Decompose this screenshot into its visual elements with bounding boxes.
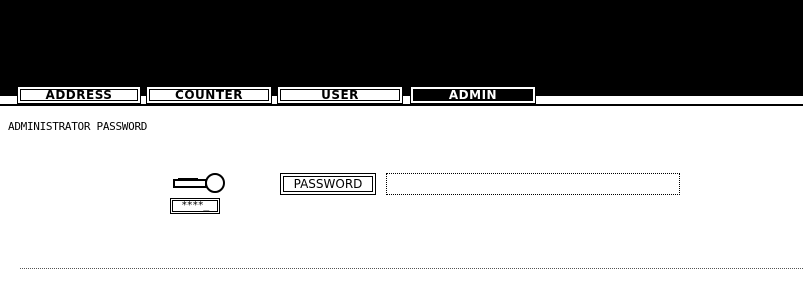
- tab-user[interactable]: USER: [277, 86, 403, 104]
- password-field[interactable]: [386, 173, 680, 195]
- tabs-baseline-divider: [0, 104, 803, 106]
- bottom-dotted-divider: [20, 268, 803, 269]
- tab-admin[interactable]: ADMIN: [410, 86, 536, 104]
- tab-counter[interactable]: COUNTER: [146, 86, 272, 104]
- masked-password-text: ****_: [172, 200, 218, 212]
- admin-password-screen: ADDRESS COUNTER USER ADMIN ADMINISTRATOR…: [0, 0, 803, 307]
- tab-counter-label: COUNTER: [149, 88, 269, 102]
- tab-user-label: USER: [280, 88, 400, 102]
- tab-admin-label: ADMIN: [413, 88, 533, 102]
- password-button-label: PASSWORD: [283, 176, 373, 192]
- tab-address[interactable]: ADDRESS: [17, 86, 141, 104]
- tab-address-label: ADDRESS: [20, 88, 138, 102]
- masked-password-indicator: ****_: [170, 198, 220, 214]
- screen-title: ADMINISTRATOR PASSWORD: [8, 120, 148, 133]
- password-button[interactable]: PASSWORD: [280, 173, 376, 195]
- top-status-bar: [0, 0, 803, 96]
- key-icon: [173, 173, 225, 193]
